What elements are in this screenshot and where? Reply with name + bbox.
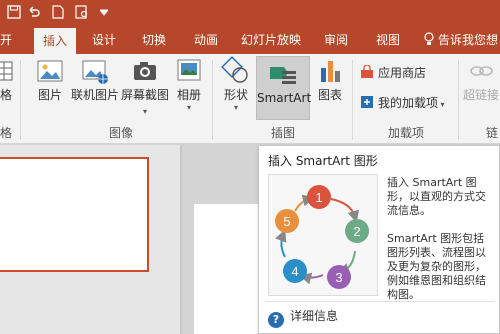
group-separator <box>212 60 213 140</box>
tab-design[interactable]: 设计 <box>84 26 124 54</box>
more-info-link[interactable]: ? 详细信息 <box>268 307 339 328</box>
svg-text:2: 2 <box>353 224 360 239</box>
ribbon-tab-bar: 开始 插入 设计 切换 动画 幻灯片放映 审阅 视图 告诉我您想 <box>0 26 500 75</box>
tooltip-title: 插入 SmartArt 图形 <box>268 154 378 168</box>
cycle-node-2: 2 <box>345 219 369 243</box>
slide-thumbnail-1[interactable] <box>0 157 149 272</box>
smartart-cycle-preview: 1 2 3 4 5 <box>268 174 378 296</box>
group-label-tables: 格 <box>0 126 13 140</box>
my-addins-icon <box>361 96 373 108</box>
tooltip-divider <box>265 301 495 302</box>
picture-button[interactable]: 图片 <box>32 56 68 103</box>
shapes-icon <box>221 56 248 83</box>
chart-icon <box>321 61 340 82</box>
more-info-label: 详细信息 <box>290 309 339 323</box>
shapes-button[interactable]: 形状 ▾ <box>218 56 254 112</box>
cycle-node-4: 4 <box>283 259 307 283</box>
chevron-down-icon: ▾ <box>186 103 191 112</box>
tab-view[interactable]: 视图 <box>368 26 408 54</box>
tab-review[interactable]: 审阅 <box>316 26 356 54</box>
photo-album-label: 相册 <box>176 88 201 102</box>
hyperlink-button-partial[interactable]: 超链接 <box>462 56 500 103</box>
store-button[interactable]: 应用商店 <box>360 64 444 81</box>
group-separator <box>352 60 353 140</box>
chevron-down-icon: ▾ <box>142 107 147 116</box>
tooltip-description-1: 插入 SmartArt 图形，以直观的方式交流信息。 <box>387 176 486 217</box>
online-picture-icon <box>82 60 108 84</box>
new-file-icon[interactable] <box>50 5 66 21</box>
store-icon <box>361 64 373 78</box>
table-button-partial[interactable]: 格 <box>0 56 14 103</box>
smartart-tooltip: 插入 SmartArt 图形 1 2 3 4 5 插入 SmartArt 图形，… <box>258 145 500 334</box>
chart-button[interactable]: 图表 <box>312 56 348 103</box>
tell-me-text: 告诉我您想 <box>438 33 499 47</box>
screenshot-icon <box>134 62 156 80</box>
save-icon[interactable] <box>6 5 22 21</box>
group-label-illustrations: 插图 <box>270 126 295 140</box>
svg-text:4: 4 <box>291 264 298 279</box>
cycle-diagram-icon: 1 2 3 4 5 <box>275 185 369 289</box>
smartart-button[interactable]: SmartArt <box>256 56 312 120</box>
my-addins-button[interactable]: 我的加载项 ▾ <box>360 94 454 111</box>
table-icon <box>0 61 13 81</box>
cycle-node-1: 1 <box>307 185 331 209</box>
group-separator <box>458 60 459 140</box>
picture-label: 图片 <box>37 88 62 102</box>
lightbulb-icon <box>424 28 434 56</box>
hyperlink-label: 超链接 <box>462 88 499 102</box>
cycle-node-5: 5 <box>275 209 299 233</box>
smartart-label: SmartArt <box>257 91 312 105</box>
photo-album-button[interactable]: 相册 ▾ <box>172 56 206 112</box>
store-label: 应用商店 <box>378 66 427 80</box>
tab-transitions[interactable]: 切换 <box>134 26 174 54</box>
table-label: 格 <box>0 88 13 102</box>
screenshot-label: 屏幕截图 <box>120 88 169 102</box>
group-separator <box>20 60 21 140</box>
picture-icon <box>37 60 63 82</box>
ribbon-insert: 格 格 图片 联机图片 屏幕截图 ▾ 相册 ▾ 图像 形状 ▾ SmartArt… <box>0 54 500 144</box>
tab-insert[interactable]: 插入 <box>34 28 76 54</box>
tab-home[interactable]: 开始 <box>0 26 20 75</box>
svg-text:5: 5 <box>283 214 290 229</box>
smartart-icon <box>270 67 296 84</box>
cycle-node-3: 3 <box>327 265 351 289</box>
quick-access-toolbar <box>0 0 500 26</box>
svg-text:1: 1 <box>315 190 322 205</box>
chart-label: 图表 <box>317 88 342 102</box>
preview-icon[interactable] <box>74 5 90 21</box>
screenshot-button[interactable]: 屏幕截图 ▾ <box>120 56 170 117</box>
my-addins-label: 我的加载项 <box>378 96 439 110</box>
tell-me-box[interactable]: 告诉我您想 <box>424 26 498 54</box>
hyperlink-icon <box>470 66 493 76</box>
tab-animations[interactable]: 动画 <box>186 26 226 54</box>
chevron-down-icon: ▾ <box>233 103 238 112</box>
group-label-images: 图像 <box>108 126 133 140</box>
help-icon: ? <box>268 312 284 328</box>
tooltip-description-2: SmartArt 图形包括图形列表、流程图以及更为复杂的图形，例如维恩图和组织结… <box>387 232 486 301</box>
shapes-label: 形状 <box>223 88 248 102</box>
group-label-links: 链 <box>486 126 499 140</box>
photo-album-icon <box>177 59 201 81</box>
tab-slideshow[interactable]: 幻灯片放映 <box>238 26 304 54</box>
online-picture-label: 联机图片 <box>70 88 119 102</box>
svg-text:3: 3 <box>335 270 342 285</box>
group-label-addins: 加载项 <box>387 126 424 140</box>
online-picture-button[interactable]: 联机图片 <box>70 56 120 103</box>
customize-qat-icon[interactable] <box>96 5 112 21</box>
chevron-down-icon: ▾ <box>438 100 445 109</box>
undo-icon[interactable] <box>26 5 42 21</box>
